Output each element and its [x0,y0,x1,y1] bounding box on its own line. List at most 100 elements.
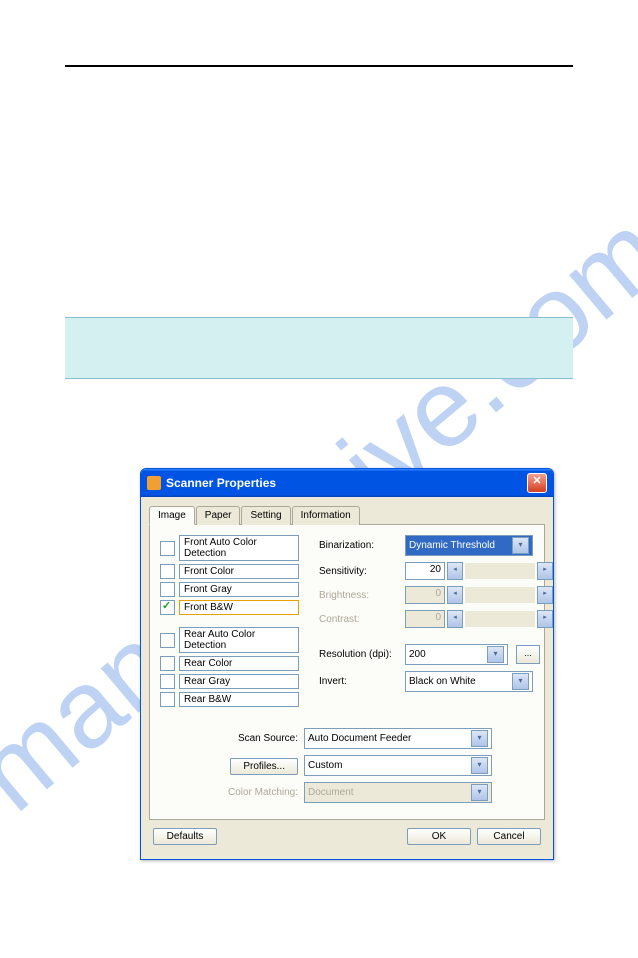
chevron-down-icon: ▾ [512,537,529,554]
check-rear-color: Rear Color [160,656,299,671]
resolution-browse-button[interactable]: ... [516,645,540,664]
tab-image[interactable]: Image [149,506,195,525]
footer-right: OK Cancel [407,828,541,845]
row-color-matching: Color Matching: Document ▾ [220,782,534,803]
row-scan-source: Scan Source: Auto Document Feeder ▾ [220,728,534,749]
dialog-body: Image Paper Setting Information Front Au… [141,497,553,859]
upper-row: Front Auto Color Detection Front Color F… [160,535,534,710]
label-front-auto[interactable]: Front Auto Color Detection [179,535,299,561]
dropdown-color-matching: Document ▾ [304,782,492,803]
checkbox-front-color[interactable] [160,564,175,579]
checkbox-rear-gray[interactable] [160,674,175,689]
contrast-slider [465,611,535,627]
sensitivity-down[interactable]: ◂ [447,562,463,580]
checkbox-rear-bw[interactable] [160,692,175,707]
brightness-up: ▸ [537,586,553,604]
label-rear-auto[interactable]: Rear Auto Color Detection [179,627,299,653]
tab-paper[interactable]: Paper [196,506,241,525]
scan-source-value: Auto Document Feeder [308,733,411,744]
chevron-down-icon: ▾ [471,730,488,747]
brightness-value: 0 [405,586,445,604]
spinner-brightness: 0 ◂ ▸ [405,586,553,604]
chevron-down-icon: ▾ [512,673,529,690]
profiles-button[interactable]: Profiles... [230,758,298,775]
resolution-value: 200 [409,649,426,660]
row-sensitivity: Sensitivity: 20 ◂ ▸ [319,562,553,580]
check-front-color: Front Color [160,564,299,579]
contrast-down: ◂ [447,610,463,628]
sensitivity-up[interactable]: ▸ [537,562,553,580]
check-rear-auto: Rear Auto Color Detection [160,627,299,653]
binarization-value: Dynamic Threshold [409,540,495,551]
check-front-gray: Front Gray [160,582,299,597]
chevron-down-icon: ▾ [471,757,488,774]
label-binarization: Binarization: [319,540,397,551]
chevron-down-icon: ▾ [471,784,488,801]
row-brightness: Brightness: 0 ◂ ▸ [319,586,553,604]
label-contrast: Contrast: [319,614,397,625]
footer-row: Defaults OK Cancel [149,820,545,851]
check-front-auto: Front Auto Color Detection [160,535,299,561]
app-icon [147,476,161,490]
tab-information[interactable]: Information [292,506,360,525]
tab-setting[interactable]: Setting [241,506,290,525]
defaults-button[interactable]: Defaults [153,828,217,845]
close-button[interactable]: ✕ [527,473,547,493]
dropdown-resolution[interactable]: 200 ▾ [405,644,508,665]
scanner-properties-dialog: Scanner Properties ✕ Image Paper Setting… [140,468,554,860]
titlebar-left: Scanner Properties [147,476,276,490]
check-rear-bw: Rear B&W [160,692,299,707]
check-front-bw: Front B&W [160,600,299,615]
label-rear-color[interactable]: Rear Color [179,656,299,671]
tab-row: Image Paper Setting Information [149,505,545,525]
label-scan-source: Scan Source: [220,733,298,744]
label-rear-gray[interactable]: Rear Gray [179,674,299,689]
row-contrast: Contrast: 0 ◂ ▸ [319,610,553,628]
chevron-down-icon: ▾ [487,646,504,663]
cancel-button[interactable]: Cancel [477,828,541,845]
checkbox-front-bw[interactable] [160,600,175,615]
checkbox-front-auto[interactable] [160,541,175,556]
dropdown-invert[interactable]: Black on White ▾ [405,671,533,692]
checkbox-front-gray[interactable] [160,582,175,597]
spinner-contrast: 0 ◂ ▸ [405,610,553,628]
label-front-gray[interactable]: Front Gray [179,582,299,597]
label-rear-bw[interactable]: Rear B&W [179,692,299,707]
label-resolution: Resolution (dpi): [319,649,397,660]
sensitivity-value[interactable]: 20 [405,562,445,580]
checkbox-column: Front Auto Color Detection Front Color F… [160,535,299,710]
tab-content: Front Auto Color Detection Front Color F… [149,525,545,820]
contrast-value: 0 [405,610,445,628]
label-front-color[interactable]: Front Color [179,564,299,579]
checkbox-rear-color[interactable] [160,656,175,671]
label-front-bw[interactable]: Front B&W [179,600,299,615]
brightness-down: ◂ [447,586,463,604]
checkbox-rear-auto[interactable] [160,633,175,648]
color-matching-value: Document [308,787,354,798]
lower-section: Scan Source: Auto Document Feeder ▾ Prof… [160,728,534,803]
row-profiles: Profiles... Custom ▾ [220,755,534,776]
ok-button[interactable]: OK [407,828,471,845]
profiles-value: Custom [308,760,342,771]
invert-value: Black on White [409,676,476,687]
top-rule [65,65,573,67]
dropdown-scan-source[interactable]: Auto Document Feeder ▾ [304,728,492,749]
brightness-slider [465,587,535,603]
label-invert: Invert: [319,676,397,687]
row-invert: Invert: Black on White ▾ [319,671,553,692]
settings-column: Binarization: Dynamic Threshold ▾ Sensit… [319,535,553,710]
label-color-matching: Color Matching: [220,787,298,798]
spinner-sensitivity: 20 ◂ ▸ [405,562,553,580]
window-title: Scanner Properties [166,476,276,490]
dropdown-binarization[interactable]: Dynamic Threshold ▾ [405,535,533,556]
page-content: Scanner Properties ✕ Image Paper Setting… [0,65,638,379]
dropdown-profiles[interactable]: Custom ▾ [304,755,492,776]
sensitivity-slider[interactable] [465,563,535,579]
row-resolution: Resolution (dpi): 200 ▾ ... [319,644,553,665]
check-rear-gray: Rear Gray [160,674,299,689]
titlebar: Scanner Properties ✕ [141,469,553,497]
row-binarization: Binarization: Dynamic Threshold ▾ [319,535,553,556]
cyan-band [65,317,573,379]
label-sensitivity: Sensitivity: [319,566,397,577]
contrast-up: ▸ [537,610,553,628]
